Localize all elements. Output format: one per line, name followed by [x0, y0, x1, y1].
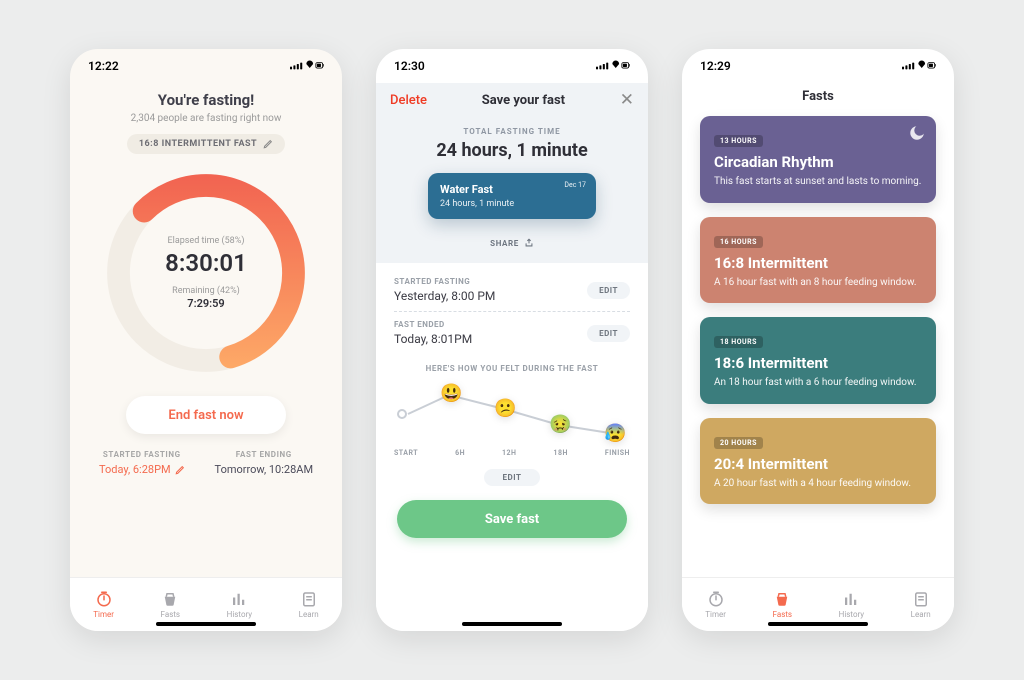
fast-card-title: 16:8 Intermittent	[714, 254, 922, 272]
status-bar: 12:30	[376, 49, 648, 83]
ending-value: Tomorrow, 10:28AM	[215, 463, 314, 476]
total-value: 24 hours, 1 minute	[376, 140, 648, 161]
tab-fasts[interactable]: Fasts	[161, 590, 181, 619]
elapsed-label: Elapsed time (58%)	[168, 236, 245, 246]
nav-title: Save your fast	[482, 93, 565, 108]
home-indicator	[768, 622, 868, 626]
fast-card-desc: An 18 hour fast with a 6 hour feeding wi…	[714, 376, 922, 390]
remaining-value: 7:29:59	[187, 297, 224, 310]
mood-emoji-finish: 😰	[604, 423, 626, 444]
feel-chart: 😃 😕 🤢 😰	[394, 379, 630, 449]
edit-ended-button[interactable]: EDIT	[587, 325, 630, 342]
page-title: You're fasting!	[70, 91, 342, 109]
close-button[interactable]: ✕	[620, 90, 634, 110]
remaining-label: Remaining (42%)	[172, 286, 240, 296]
card-title: Water Fast	[440, 183, 584, 196]
fast-card-desc: A 16 hour fast with an 8 hour feeding wi…	[714, 276, 922, 290]
feel-heading: HERE'S HOW YOU FELT DURING THE FAST	[376, 364, 648, 373]
home-indicator	[462, 622, 562, 626]
tab-history[interactable]: History	[227, 590, 252, 619]
edit-feel-button[interactable]: EDIT	[484, 469, 540, 486]
ended-value: Today, 8:01PM	[394, 332, 472, 346]
tab-fasts[interactable]: Fasts	[773, 590, 793, 619]
duration-tag: 13 HOURS	[714, 135, 763, 147]
screen-fasts-list: 12:29 Fasts 13 HOURS Circadian Rhythm This…	[682, 49, 954, 631]
fast-card-title: 18:6 Intermittent	[714, 354, 922, 372]
screen-timer: 12:22 You're fasting! 2,304 people are f…	[70, 49, 342, 631]
status-icons	[290, 60, 324, 72]
card-sub: 24 hours, 1 minute	[440, 199, 584, 209]
started-value: Yesterday, 8:00 PM	[394, 289, 495, 303]
nav-title: Fasts	[682, 83, 954, 114]
duration-tag: 18 HOURS	[714, 336, 763, 348]
started-value[interactable]: Today, 6:28PM	[99, 463, 185, 476]
fasts-list: 13 HOURS Circadian Rhythm This fast starts…	[682, 114, 954, 506]
tab-learn[interactable]: Learn	[299, 590, 319, 619]
duration-tag: 20 HOURS	[714, 437, 763, 449]
delete-button[interactable]: Delete	[390, 93, 427, 108]
fast-card[interactable]: 20 HOURS 20:4 Intermittent A 20 hour fast …	[700, 418, 936, 505]
fast-card-desc: This fast starts at sunset and lasts to …	[714, 175, 922, 189]
fast-card-desc: A 20 hour fast with a 4 hour feeding win…	[714, 477, 922, 491]
tab-learn[interactable]: Learn	[911, 590, 931, 619]
fast-summary-card[interactable]: Dec 17 Water Fast 24 hours, 1 minute	[428, 173, 596, 219]
edit-icon	[263, 139, 273, 149]
feel-axis: START 6H 12H 18H FINISH	[394, 449, 630, 457]
moon-icon	[908, 124, 926, 142]
tab-history[interactable]: History	[839, 590, 864, 619]
edit-icon	[175, 465, 185, 475]
screen-save-fast: 12:30 Delete Save your fast ✕ TOTAL FAST…	[376, 49, 648, 631]
card-date: Dec 17	[564, 181, 586, 189]
status-icons	[902, 60, 936, 72]
started-heading: STARTED FASTING	[394, 277, 495, 286]
status-icons	[596, 60, 630, 72]
clock: 12:22	[88, 59, 119, 73]
fast-card[interactable]: 16 HOURS 16:8 Intermittent A 16 hour fast …	[700, 217, 936, 304]
save-fast-button[interactable]: Save fast	[397, 500, 627, 538]
total-heading: TOTAL FASTING TIME	[376, 127, 648, 136]
tab-timer[interactable]: Timer	[93, 590, 114, 619]
ending-heading: FAST ENDING	[215, 450, 314, 459]
ended-heading: FAST ENDED	[394, 320, 472, 329]
fast-card[interactable]: 13 HOURS Circadian Rhythm This fast starts…	[700, 116, 936, 203]
status-bar: 12:29	[682, 49, 954, 83]
clock: 12:30	[394, 59, 425, 73]
share-button[interactable]: SHARE	[476, 231, 548, 255]
status-bar: 12:22	[70, 49, 342, 83]
edit-started-button[interactable]: EDIT	[587, 282, 630, 299]
fast-card-title: Circadian Rhythm	[714, 153, 922, 171]
mood-emoji-18h: 🤢	[549, 414, 571, 435]
share-icon	[524, 238, 534, 248]
elapsed-value: 8:30:01	[165, 249, 247, 277]
subtitle: 2,304 people are fasting right now	[70, 113, 342, 124]
mood-emoji-12h: 😕	[494, 398, 516, 419]
fast-card-title: 20:4 Intermittent	[714, 455, 922, 473]
tab-timer[interactable]: Timer	[705, 590, 726, 619]
home-indicator	[156, 622, 256, 626]
progress-ring: Elapsed time (58%) 8:30:01 Remaining (42…	[101, 168, 311, 378]
clock: 12:29	[700, 59, 731, 73]
started-heading: STARTED FASTING	[99, 450, 185, 459]
duration-tag: 16 HOURS	[714, 236, 763, 248]
mood-emoji-6h: 😃	[440, 383, 462, 404]
fast-card[interactable]: 18 HOURS 18:6 Intermittent An 18 hour fast…	[700, 317, 936, 404]
